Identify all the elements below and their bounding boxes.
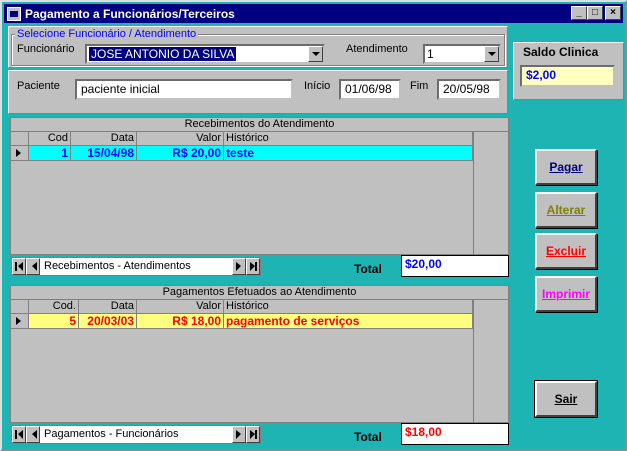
payments-table: Cod. Data Valor Histórico 5 20/03/03 R$ … xyxy=(11,300,473,422)
next-record-icon[interactable] xyxy=(232,426,246,443)
fim-label: Fim xyxy=(410,80,429,92)
imprimir-button[interactable]: Imprimir xyxy=(535,276,597,312)
prev-record-icon[interactable] xyxy=(26,426,40,443)
payments-navigator: Pagamentos - Funcionários xyxy=(11,425,261,444)
chevron-down-icon[interactable] xyxy=(308,46,323,62)
sair-button[interactable]: Sair xyxy=(534,380,598,418)
cell-data[interactable]: 15/04/98 xyxy=(71,146,137,161)
receipts-header: Cod Data Valor Histórico xyxy=(11,132,473,146)
indicator-header xyxy=(11,132,29,146)
payments-total-value: $18,00 xyxy=(401,423,509,445)
saldo-label: Saldo Clinica xyxy=(523,45,599,59)
close-button[interactable]: × xyxy=(605,6,621,20)
receipts-table: Cod Data Valor Histórico 1 15/04/98 R$ 2… xyxy=(11,132,473,254)
saldo-panel: Saldo Clinica $2,00 xyxy=(513,42,624,100)
cell-historico[interactable]: pagamento de serviços xyxy=(224,314,473,329)
receipts-title: Recebimentos do Atendimento xyxy=(11,118,508,132)
col-data[interactable]: Data xyxy=(79,300,137,314)
pagar-button[interactable]: Pagar xyxy=(535,149,597,185)
excluir-button[interactable]: Excluir xyxy=(535,233,597,269)
atendimento-label: Atendimento xyxy=(346,43,408,55)
funcionario-value: JOSE ANTONIO DA SILVA xyxy=(89,47,237,61)
window-controls: _ □ × xyxy=(571,6,621,20)
payments-title: Pagamentos Efetuados ao Atendimento xyxy=(11,286,508,300)
payments-empty-area xyxy=(473,300,508,422)
table-row[interactable]: 1 15/04/98 R$ 20,00 teste xyxy=(11,146,473,161)
first-record-icon[interactable] xyxy=(12,258,26,275)
next-record-icon[interactable] xyxy=(232,258,246,275)
payments-grid: Pagamentos Efetuados ao Atendimento Cod.… xyxy=(10,285,509,423)
last-record-icon[interactable] xyxy=(246,426,260,443)
cell-cod[interactable]: 1 xyxy=(29,146,71,161)
col-cod[interactable]: Cod xyxy=(29,132,71,146)
selection-group-title: Selecione Funcionário / Atendimento xyxy=(15,28,199,40)
col-historico[interactable]: Histórico xyxy=(224,132,473,146)
inicio-label: Início xyxy=(304,80,331,92)
col-historico[interactable]: Histórico xyxy=(224,300,473,314)
patient-panel: Paciente paciente inicial Início 01/06/9… xyxy=(8,70,508,114)
col-valor[interactable]: Valor xyxy=(137,300,224,314)
col-cod[interactable]: Cod. xyxy=(29,300,79,314)
inicio-field[interactable]: 01/06/98 xyxy=(339,79,401,100)
payments-nav-caption: Pagamentos - Funcionários xyxy=(40,426,232,443)
row-pointer-icon xyxy=(11,146,29,161)
atendimento-select[interactable]: 1 xyxy=(423,44,501,64)
cell-historico[interactable]: teste xyxy=(224,146,473,161)
row-pointer-icon xyxy=(11,314,29,329)
selection-panel: Selecione Funcionário / Atendimento Func… xyxy=(8,26,508,68)
indicator-header xyxy=(11,300,29,314)
receipts-total-label: Total xyxy=(354,262,382,276)
title-bar: Pagamento a Funcionários/Terceiros _ □ × xyxy=(4,4,623,23)
payments-total-label: Total xyxy=(354,430,382,444)
saldo-value: $2,00 xyxy=(520,65,615,87)
col-data[interactable]: Data xyxy=(71,132,137,146)
paciente-label: Paciente xyxy=(17,80,60,92)
receipts-grid: Recebimentos do Atendimento Cod Data Val… xyxy=(10,117,509,255)
payments-header: Cod. Data Valor Histórico xyxy=(11,300,473,314)
chevron-down-icon[interactable] xyxy=(484,46,499,62)
funcionario-select[interactable]: JOSE ANTONIO DA SILVA xyxy=(85,44,325,64)
cell-valor[interactable]: R$ 20,00 xyxy=(137,146,224,161)
fim-field[interactable]: 20/05/98 xyxy=(437,79,501,100)
last-record-icon[interactable] xyxy=(246,258,260,275)
minimize-button[interactable]: _ xyxy=(571,6,587,20)
first-record-icon[interactable] xyxy=(12,426,26,443)
table-row[interactable]: 5 20/03/03 R$ 18,00 pagamento de serviço… xyxy=(11,314,473,329)
atendimento-value: 1 xyxy=(427,47,434,61)
alterar-button[interactable]: Alterar xyxy=(535,192,597,228)
receipts-navigator: Recebimentos - Atendimentos xyxy=(11,257,261,276)
cell-data[interactable]: 20/03/03 xyxy=(79,314,137,329)
funcionario-label: Funcionário xyxy=(17,43,75,55)
window-title: Pagamento a Funcionários/Terceiros xyxy=(25,6,235,21)
receipts-total-value: $20,00 xyxy=(401,255,509,277)
receipts-empty-area xyxy=(473,132,508,254)
app-icon[interactable] xyxy=(7,6,21,21)
col-valor[interactable]: Valor xyxy=(137,132,224,146)
cell-valor[interactable]: R$ 18,00 xyxy=(137,314,224,329)
main-window: Pagamento a Funcionários/Terceiros _ □ ×… xyxy=(0,0,627,451)
receipts-nav-caption: Recebimentos - Atendimentos xyxy=(40,258,232,275)
prev-record-icon[interactable] xyxy=(26,258,40,275)
paciente-field[interactable]: paciente inicial xyxy=(75,79,293,100)
cell-cod[interactable]: 5 xyxy=(29,314,79,329)
maximize-button[interactable]: □ xyxy=(587,6,603,20)
